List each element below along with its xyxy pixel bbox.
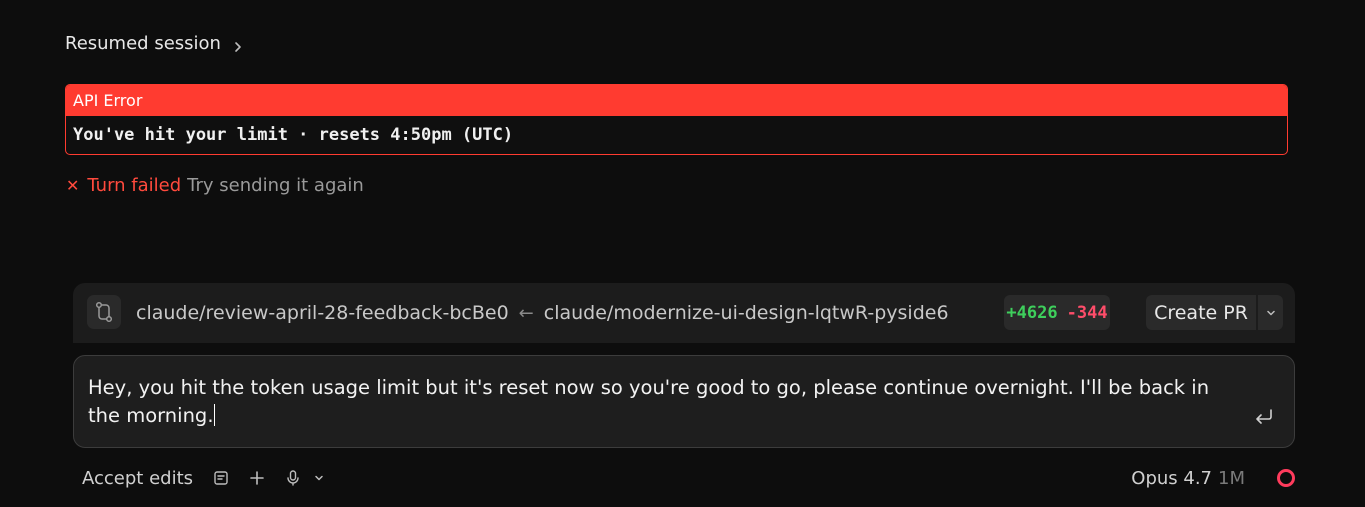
api-error-message: You've hit your limit · resets 4:50pm (U… — [73, 125, 514, 145]
message-input[interactable]: Hey, you hit the token usage limit but i… — [88, 374, 1238, 430]
composer-toolbar: Accept edits — [82, 463, 345, 493]
turn-failed-label: Turn failed — [87, 175, 182, 196]
resumed-session-header[interactable]: Resumed session — [65, 33, 245, 54]
close-icon: ✕ — [66, 176, 80, 195]
send-button[interactable] — [1252, 405, 1276, 429]
message-input-text: Hey, you hit the token usage limit but i… — [88, 376, 1210, 427]
turn-failed-row: ✕ Turn failed Try sending it again — [66, 175, 364, 196]
add-icon[interactable] — [247, 468, 267, 488]
message-composer[interactable]: Hey, you hit the token usage limit but i… — [73, 355, 1295, 448]
model-selector[interactable]: Opus 4.7 — [1131, 468, 1212, 489]
branch-names: claude/review-april-28-feedback-bcBe0 ← … — [136, 283, 949, 343]
model-status: Opus 4.7 1M — [1131, 463, 1295, 493]
create-pr-button[interactable]: Create PR — [1146, 295, 1256, 330]
api-error-title: API Error — [66, 85, 1287, 116]
diff-stats-badge[interactable]: +4626 -344 — [1004, 295, 1110, 330]
api-error-box: API Error You've hit your limit · resets… — [65, 84, 1288, 155]
enter-icon — [1252, 409, 1276, 433]
plan-document-icon[interactable] — [211, 468, 231, 488]
text-caret — [213, 404, 215, 426]
session-title: Resumed session — [65, 33, 221, 54]
additions-count: +4626 — [1006, 302, 1058, 323]
source-branch: claude/modernize-ui-design-lqtwR-pyside6 — [543, 302, 949, 324]
microphone-icon[interactable] — [283, 468, 303, 488]
branch-bar: claude/review-april-28-feedback-bcBe0 ← … — [73, 283, 1295, 343]
deletions-count: -344 — [1066, 302, 1108, 323]
arrow-left-icon: ← — [518, 302, 534, 324]
chevron-right-icon — [231, 38, 245, 52]
status-ring-icon[interactable] — [1277, 469, 1295, 487]
create-pr-dropdown-button[interactable] — [1258, 295, 1283, 330]
accept-edits-mode[interactable]: Accept edits — [82, 468, 193, 489]
git-branch-icon[interactable] — [87, 295, 121, 329]
retry-link[interactable]: Try sending it again — [187, 175, 364, 196]
chevron-down-icon[interactable] — [309, 468, 329, 488]
context-size: 1M — [1218, 467, 1245, 489]
chevron-down-icon — [1266, 303, 1276, 322]
target-branch: claude/review-april-28-feedback-bcBe0 — [136, 302, 509, 324]
chat-view: Resumed session API Error You've hit you… — [0, 0, 1365, 507]
